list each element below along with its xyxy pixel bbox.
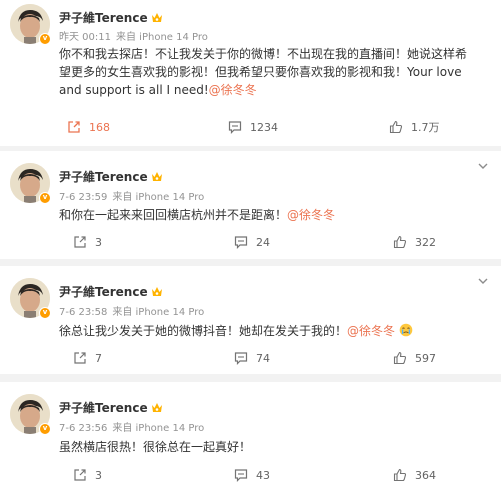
comment-count: 1234 xyxy=(250,120,278,134)
action-bar: 168 1234 1.7万 xyxy=(59,119,491,135)
mention-link[interactable]: @徐冬冬 xyxy=(287,208,335,222)
like-count: 597 xyxy=(415,351,436,365)
like-count: 364 xyxy=(415,468,436,482)
share-icon xyxy=(74,352,86,364)
post-card: v 尹子維Terence 7-6 23:56 来自 iPhone 14 Pro 虽… xyxy=(0,382,501,493)
comment-icon xyxy=(234,352,248,365)
comment-count: 43 xyxy=(256,468,270,482)
post-text: 你不和我去探店！不让我发关于你的微博！不出现在我的直播间！她说这样希望更多的女生… xyxy=(59,45,475,99)
post-time[interactable]: 7-6 23:56 xyxy=(59,423,107,434)
comment-icon xyxy=(234,469,248,482)
action-bar: 3 43 364 xyxy=(59,467,491,483)
like-button[interactable]: 1.7万 xyxy=(389,119,440,135)
share-button[interactable]: 3 xyxy=(73,235,102,249)
like-icon xyxy=(393,468,407,482)
author-name[interactable]: 尹子維Terence xyxy=(59,399,163,416)
post-card: v 尹子維Terence 7-6 23:58 来自 iPhone 14 Pro 徐… xyxy=(0,266,501,374)
post-text: 徐总让我少发关于她的微博抖音！她却在发关于我的！@徐冬冬 xyxy=(59,322,475,340)
post-time[interactable]: 昨天 00:11 xyxy=(59,32,111,43)
comment-button[interactable]: 1234 xyxy=(228,120,278,134)
share-count: 3 xyxy=(95,235,102,249)
verified-badge-icon: v xyxy=(39,307,51,319)
like-count: 322 xyxy=(415,235,436,249)
share-button[interactable]: 7 xyxy=(73,351,102,365)
author-name[interactable]: 尹子維Terence xyxy=(59,9,163,26)
share-count: 3 xyxy=(95,468,102,482)
comment-button[interactable]: 43 xyxy=(234,468,270,482)
chevron-down-icon[interactable] xyxy=(477,160,489,172)
post-source: 来自 iPhone 14 Pro xyxy=(112,423,205,434)
weibo-feed: v 尹子維Terence 昨天 00:11 来自 iPhone 14 Pro 你不… xyxy=(0,0,501,493)
author-name-text[interactable]: 尹子維Terence xyxy=(59,168,148,185)
post-source: 来自 iPhone 14 Pro xyxy=(112,192,205,203)
post-body: 和你在一起来来回回横店杭州并不是距离！ xyxy=(59,208,288,222)
crown-icon xyxy=(151,172,162,181)
like-button[interactable]: 322 xyxy=(393,235,436,249)
post-card: v 尹子維Terence 7-6 23:59 来自 iPhone 14 Pro 和… xyxy=(0,151,501,259)
crown-icon xyxy=(151,287,162,296)
comment-icon xyxy=(234,236,248,249)
like-icon xyxy=(393,351,407,365)
post-time[interactable]: 7-6 23:58 xyxy=(59,307,107,318)
author-name-text[interactable]: 尹子維Terence xyxy=(59,283,148,300)
post-card: v 尹子維Terence 昨天 00:11 来自 iPhone 14 Pro 你不… xyxy=(0,0,501,146)
comment-button[interactable]: 24 xyxy=(234,235,270,249)
share-icon xyxy=(68,121,80,133)
author-name[interactable]: 尹子維Terence xyxy=(59,168,163,185)
like-icon xyxy=(393,235,407,249)
comment-count: 24 xyxy=(256,235,270,249)
crown-icon xyxy=(151,13,162,22)
verified-badge-icon: v xyxy=(39,33,51,45)
mention-link[interactable]: @徐冬冬 xyxy=(347,324,395,338)
author-name-text[interactable]: 尹子維Terence xyxy=(59,9,148,26)
like-count: 1.7万 xyxy=(411,121,440,134)
action-bar: 3 24 322 xyxy=(59,234,491,250)
share-button[interactable]: 3 xyxy=(73,468,102,482)
post-body: 你不和我去探店！不让我发关于你的微博！不出现在我的直播间！她说这样希望更多的女生… xyxy=(59,47,468,97)
like-icon xyxy=(389,120,403,134)
author-name[interactable]: 尹子維Terence xyxy=(59,283,163,300)
post-source: 来自 iPhone 14 Pro xyxy=(116,32,208,43)
post-source: 来自 iPhone 14 Pro xyxy=(112,307,205,318)
author-name-text[interactable]: 尹子維Terence xyxy=(59,399,148,416)
post-meta: 7-6 23:59 来自 iPhone 14 Pro xyxy=(59,188,204,203)
crown-icon xyxy=(151,403,162,412)
action-bar: 7 74 597 xyxy=(59,350,491,366)
crying-emoji xyxy=(399,323,413,337)
share-count: 7 xyxy=(95,351,102,365)
chevron-down-icon[interactable] xyxy=(477,275,489,287)
post-text: 虽然横店很热！很徐总在一起真好！ xyxy=(59,438,475,456)
post-meta: 昨天 00:11 来自 iPhone 14 Pro xyxy=(59,28,208,43)
share-icon xyxy=(74,469,86,481)
like-button[interactable]: 364 xyxy=(393,468,436,482)
verified-badge-icon: v xyxy=(39,423,51,435)
mention-link[interactable]: @徐冬冬 xyxy=(209,83,257,97)
share-count: 168 xyxy=(89,120,110,134)
post-body: 徐总让我少发关于她的微博抖音！她却在发关于我的！ xyxy=(59,324,348,338)
post-text: 和你在一起来来回回横店杭州并不是距离！@徐冬冬 xyxy=(59,206,475,224)
post-meta: 7-6 23:56 来自 iPhone 14 Pro xyxy=(59,419,204,434)
post-time[interactable]: 7-6 23:59 xyxy=(59,192,107,203)
like-button[interactable]: 597 xyxy=(393,351,436,365)
comment-count: 74 xyxy=(256,351,270,365)
comment-icon xyxy=(228,121,242,134)
post-meta: 7-6 23:58 来自 iPhone 14 Pro xyxy=(59,303,204,318)
post-body: 虽然横店很热！很徐总在一起真好！ xyxy=(59,440,252,454)
comment-button[interactable]: 74 xyxy=(234,351,270,365)
share-button[interactable]: 168 xyxy=(67,120,110,134)
share-icon xyxy=(74,236,86,248)
verified-badge-icon: v xyxy=(39,192,51,204)
